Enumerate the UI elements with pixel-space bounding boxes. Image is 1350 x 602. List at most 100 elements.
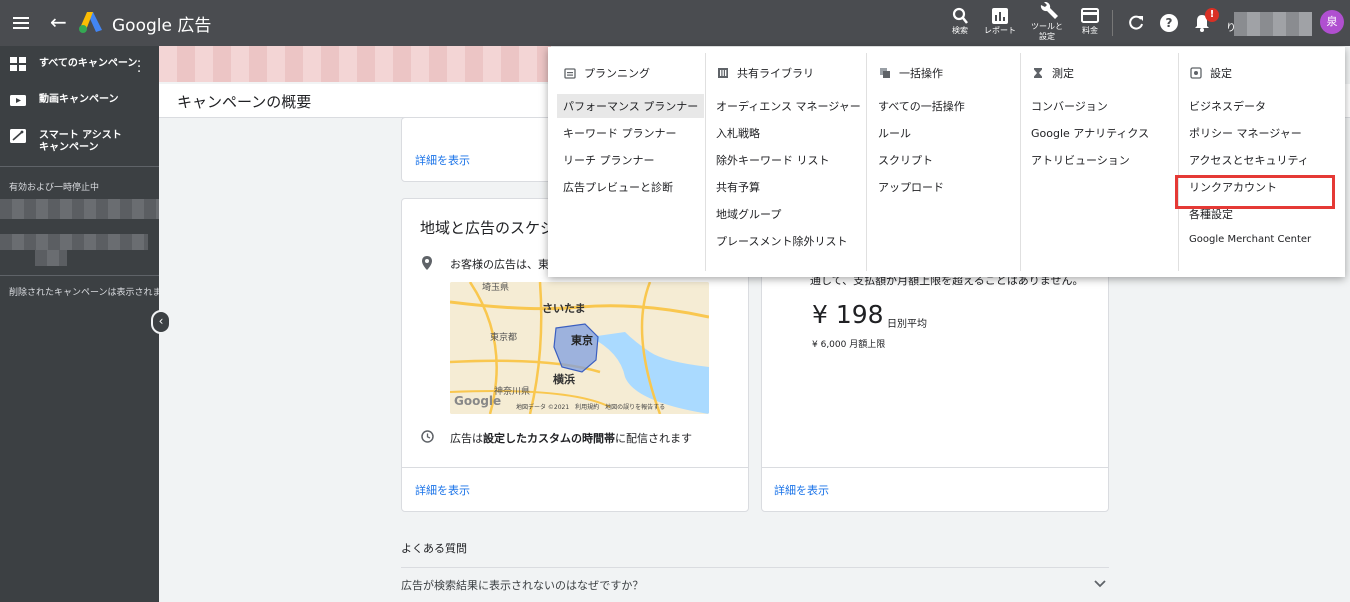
tools-settings-label: ツールと 設定 xyxy=(1031,22,1063,41)
map-preview[interactable]: 埼玉県 さいたま 東京都 東京 横浜 神奈川県 Google 地図データ ©20… xyxy=(450,282,709,414)
library-icon xyxy=(718,68,728,78)
location-pin-icon xyxy=(422,256,432,270)
tools-settings-dropdown: プランニング パフォーマンス プランナー キーワード プランナー リーチ プラン… xyxy=(548,47,1345,277)
google-ads-logo xyxy=(79,12,102,33)
avatar[interactable]: 泉 xyxy=(1320,10,1344,34)
map-attribution[interactable]: 地図データ ©2021 利用規約 地図の誤りを報告する xyxy=(516,402,665,411)
search-icon xyxy=(952,7,968,24)
heading-label: プランニング xyxy=(584,67,650,80)
sidebar-item-smart-assist[interactable]: スマート アシスト キャンペーン xyxy=(0,124,159,160)
faq-divider xyxy=(401,567,1109,568)
menu-item-audience-manager[interactable]: オーディエンス マネージャー xyxy=(716,98,861,114)
app-title[interactable]: Google 広告 xyxy=(112,11,211,36)
schedule-text: 広告は設定したカスタムの時間帯に配信されます xyxy=(450,430,692,446)
map-label-yokohama: 横浜 xyxy=(553,373,575,386)
faq-title: よくある質問 xyxy=(401,542,467,555)
sidebar-divider xyxy=(0,166,159,167)
tools-settings-button[interactable]: ツールと 設定 xyxy=(1027,2,1067,42)
more-vert-icon[interactable]: · · · xyxy=(137,56,141,79)
billing-tool-button[interactable]: 料金 xyxy=(1070,6,1110,36)
wrench-icon xyxy=(1040,2,1058,19)
sidebar-item-label: すべてのキャンペーン xyxy=(39,58,138,69)
smart-assist-icon xyxy=(10,129,26,143)
menu-item-performance-planner[interactable]: パフォーマンス プランナー xyxy=(557,94,705,118)
heading-label: 測定 xyxy=(1052,67,1074,80)
campaign-sidebar: すべてのキャンペーン · · · 動画キャンペーン スマート アシスト キャンペーン… xyxy=(0,46,159,602)
column-heading-bulk-actions: 一括操作 xyxy=(879,65,943,81)
details-link[interactable]: 詳細を表示 xyxy=(774,482,829,498)
menu-item-bid-strategies[interactable]: 入札戦略 xyxy=(716,125,760,141)
sidebar-item-video-campaigns[interactable]: 動画キャンペーン xyxy=(0,86,159,116)
column-heading-planning: プランニング xyxy=(564,65,650,81)
notification-badge: ! xyxy=(1205,8,1219,22)
column-setup: 設定 ビジネスデータ ポリシー マネージャー アクセスとセキュリティ リンクアカ… xyxy=(1174,47,1345,277)
menu-item-google-analytics[interactable]: Google アナリティクス xyxy=(1031,125,1149,141)
redacted-campaign-row[interactable] xyxy=(0,234,148,250)
redacted-campaign-row[interactable] xyxy=(0,199,159,219)
menu-item-uploads[interactable]: アップロード xyxy=(878,179,944,195)
google-map-logo: Google xyxy=(454,394,502,408)
report-tool-button[interactable]: レポート xyxy=(980,6,1020,36)
back-arrow-icon[interactable]: ← xyxy=(50,10,67,34)
grid-icon xyxy=(10,57,26,71)
billing-label: 料金 xyxy=(1082,26,1098,35)
sidebar-item-label: 動画キャンペーン xyxy=(39,94,119,105)
menu-item-location-groups[interactable]: 地域グループ xyxy=(716,206,781,222)
menu-item-attribution[interactable]: アトリビューション xyxy=(1031,152,1130,168)
bulk-icon xyxy=(880,68,890,78)
monthly-limit: ¥ 6,000 月額上限 xyxy=(812,340,886,350)
column-measurement: 測定 コンバージョン Google アナリティクス アトリビューション xyxy=(1016,47,1177,277)
daily-average-label: 日別平均 xyxy=(887,319,927,330)
account-name-redacted[interactable] xyxy=(1234,12,1312,36)
column-heading-setup: 設定 xyxy=(1190,65,1232,81)
chevron-down-icon[interactable] xyxy=(1094,579,1106,589)
svg-text:?: ? xyxy=(1166,16,1173,30)
redacted-campaign-row[interactable] xyxy=(35,250,67,266)
map-label-saitama-pref: 埼玉県 xyxy=(482,283,510,293)
menu-item-all-bulk-actions[interactable]: すべての一括操作 xyxy=(878,98,965,114)
clock-icon xyxy=(421,430,434,443)
details-link[interactable]: 詳細を表示 xyxy=(415,152,470,168)
column-planning: プランニング パフォーマンス プランナー キーワード プランナー リーチ プラン… xyxy=(548,47,705,277)
menu-item-business-data[interactable]: ビジネスデータ xyxy=(1189,98,1266,114)
help-icon[interactable]: ? xyxy=(1158,12,1180,34)
search-tool-button[interactable]: 検索 xyxy=(940,6,980,36)
refresh-icon[interactable] xyxy=(1125,12,1147,34)
schedule-text-bold: 設定したカスタムの時間帯 xyxy=(483,432,615,445)
heading-label: 設定 xyxy=(1210,67,1232,80)
menu-item-access-security[interactable]: アクセスとセキュリティ xyxy=(1189,152,1309,168)
search-label: 検索 xyxy=(952,26,968,35)
map-label-tokyo: 東京 xyxy=(571,334,593,347)
menu-item-negative-keywords[interactable]: 除外キーワード リスト xyxy=(716,152,830,168)
menu-item-placement-exclusions[interactable]: プレースメント除外リスト xyxy=(716,233,847,249)
card-divider xyxy=(402,467,748,468)
video-icon xyxy=(10,95,26,106)
redacted-banner xyxy=(159,46,551,82)
heading-label: 一括操作 xyxy=(899,67,943,80)
hourglass-icon xyxy=(1034,68,1042,78)
top-app-bar: ← Google 広告 検索 レポート ツールと 設定 料金 ? ! り 泉 xyxy=(0,0,1350,46)
faq-question[interactable]: 広告が検索結果に表示されないのはなぜですか？ xyxy=(401,577,643,593)
menu-item-reach-planner[interactable]: リーチ プランナー xyxy=(563,152,655,168)
map-label-saitama: さいたま xyxy=(542,302,586,315)
hamburger-menu-icon[interactable] xyxy=(10,12,32,34)
details-link[interactable]: 詳細を表示 xyxy=(415,482,470,498)
menu-item-ad-preview[interactable]: 広告プレビューと診断 xyxy=(563,179,673,195)
report-label: レポート xyxy=(984,26,1016,35)
highlight-annotation-box xyxy=(1175,175,1335,209)
column-bulk-actions: 一括操作 すべての一括操作 ルール スクリプト アップロード xyxy=(863,47,1020,277)
sidebar-item-all-campaigns[interactable]: すべてのキャンペーン · · · xyxy=(0,50,159,80)
location-text: お客様の広告は、東 xyxy=(450,258,549,271)
sidebar-collapse-chevron-icon[interactable]: ‹ xyxy=(151,310,171,334)
page-title: キャンペーンの概要 xyxy=(177,93,312,111)
menu-item-conversions[interactable]: コンバージョン xyxy=(1031,98,1108,114)
menu-item-keyword-planner[interactable]: キーワード プランナー xyxy=(563,125,677,141)
menu-item-scripts[interactable]: スクリプト xyxy=(878,152,933,168)
location-card-title: 地域と広告のスケジ xyxy=(420,219,556,237)
menu-item-merchant-center[interactable]: Google Merchant Center xyxy=(1189,234,1311,245)
menu-item-shared-budgets[interactable]: 共有予算 xyxy=(716,179,760,195)
menu-item-rules[interactable]: ルール xyxy=(878,125,911,141)
menu-item-policy-manager[interactable]: ポリシー マネージャー xyxy=(1189,125,1302,141)
column-heading-measurement: 測定 xyxy=(1032,65,1074,81)
column-shared-library: 共有ライブラリ オーディエンス マネージャー 入札戦略 除外キーワード リスト … xyxy=(701,47,866,277)
